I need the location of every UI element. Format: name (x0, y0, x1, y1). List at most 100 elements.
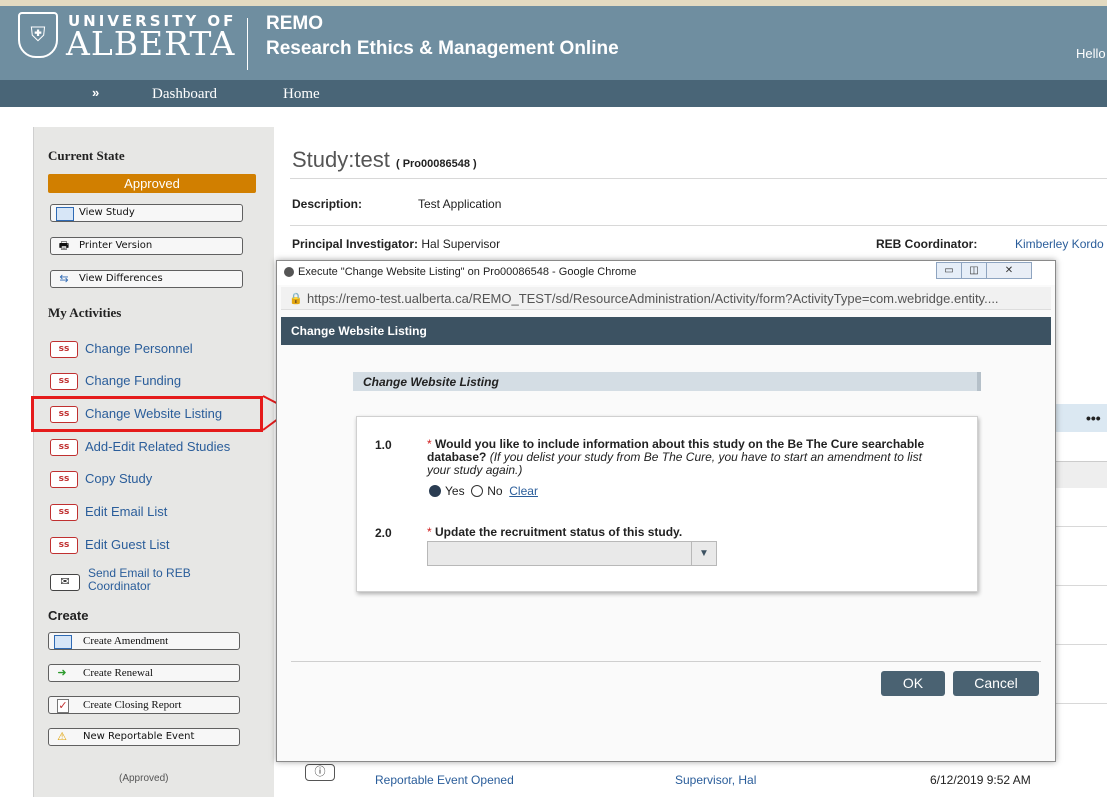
view-study-button[interactable]: View Study (50, 204, 243, 222)
activity-edit-email-list[interactable]: ss Edit Email List (50, 502, 167, 522)
chrome-icon (284, 267, 294, 277)
nav-home-link[interactable]: Home (283, 86, 320, 103)
ss-badge: ss (50, 537, 78, 555)
required-marker: * (427, 437, 432, 451)
reb-coordinator-link[interactable]: Kimberley Kordo (1015, 237, 1104, 251)
create-renewal-button[interactable]: ➜ Create Renewal (48, 664, 240, 682)
cancel-button[interactable]: Cancel (953, 671, 1039, 696)
more-options-icon[interactable]: ••• (1086, 410, 1101, 426)
university-crest-icon: ⛨ (18, 12, 58, 58)
table-row-divider (1056, 703, 1107, 704)
question-1-number: 1.0 (375, 438, 392, 452)
window-icon (56, 207, 74, 221)
study-title: Study:test ( Pro00086548 ) (292, 147, 477, 173)
chevron-down-icon: ▼ (691, 542, 716, 565)
ss-badge: ss (50, 373, 78, 391)
table-row-divider (1056, 644, 1107, 645)
no-radio[interactable] (471, 485, 484, 497)
clear-link[interactable]: Clear (509, 484, 538, 498)
activity-label: Change Personnel (85, 341, 193, 356)
activity-change-personnel[interactable]: ss Change Personnel (50, 339, 193, 359)
activity-label: Change Funding (85, 373, 182, 388)
pi-label: Principal Investigator: (292, 237, 419, 251)
activity-label: Edit Email List (85, 504, 168, 519)
dialog-divider (291, 661, 1041, 662)
activity-label: Add-Edit Related Studies (85, 439, 231, 454)
url-bar[interactable]: 🔒 https://remo-test.ualberta.ca/REMO_TES… (281, 287, 1051, 310)
activity-add-edit-related-studies[interactable]: ss Add-Edit Related Studies (50, 437, 230, 457)
new-reportable-event-button[interactable]: ⚠ New Reportable Event (48, 728, 240, 746)
form-card: 1.0 * Would you like to include informat… (356, 416, 978, 592)
current-state-title: Current State (48, 148, 125, 163)
yes-label: Yes (445, 484, 465, 498)
dialog-window-title: Execute "Change Website Listing" on Pro0… (298, 266, 637, 278)
nav-dashboard-link[interactable]: Dashboard (152, 86, 217, 103)
view-study-label: View Study (79, 207, 135, 218)
history-date: 6/12/2019 9:52 AM (930, 773, 1031, 787)
create-closing-report-label: Create Closing Report (83, 699, 182, 711)
history-author-link[interactable]: Supervisor, Hal (675, 773, 756, 787)
ss-badge: ss (50, 439, 78, 457)
create-amendment-label: Create Amendment (83, 635, 169, 647)
lock-icon: 🔒 (289, 293, 303, 305)
ss-badge: ss (50, 504, 78, 522)
question-1-options: Yes No Clear (429, 484, 538, 498)
question-2-prompt: Update the recruitment status of this st… (435, 525, 683, 539)
history-activity-link[interactable]: Reportable Event Opened (375, 773, 514, 787)
view-differences-label: View Differences (79, 273, 163, 284)
description-value: Test Application (418, 197, 502, 211)
info-icon[interactable]: ⓘ (305, 764, 335, 781)
printer-version-button[interactable]: 🖶 Printer Version (50, 237, 243, 255)
pi-value: Hal Supervisor (421, 237, 501, 251)
table-row-divider (1056, 526, 1107, 527)
question-1-text: * Would you like to include information … (427, 438, 947, 477)
create-title: Create (48, 608, 89, 623)
checklist-icon: ✓ (57, 699, 69, 713)
activity-copy-study[interactable]: ss Copy Study (50, 469, 152, 489)
logo-divider (247, 18, 248, 70)
my-activities-title: My Activities (48, 305, 122, 320)
recruitment-status-select[interactable]: ▼ (427, 541, 717, 566)
differences-icon: ⇆ (59, 272, 69, 285)
required-marker: * (427, 525, 432, 539)
activity-edit-guest-list[interactable]: ss Edit Guest List (50, 535, 170, 555)
printer-icon: 🖶 (58, 239, 70, 252)
ss-badge: ss (50, 341, 78, 359)
dialog-heading: Change Website Listing (291, 324, 427, 338)
table-row-divider (1056, 585, 1107, 586)
form-section-header: Change Website Listing (353, 372, 981, 391)
close-icon[interactable]: ✕ (986, 262, 1032, 279)
question-1-note: (If you delist your study from Be The Cu… (427, 450, 922, 477)
principal-investigator: Principal Investigator: Hal Supervisor (292, 237, 500, 251)
printer-version-label: Printer Version (79, 240, 153, 251)
warning-icon: ⚠ (57, 730, 67, 743)
yes-radio[interactable] (429, 485, 441, 497)
create-closing-report-button[interactable]: ✓ Create Closing Report (48, 696, 240, 714)
ss-badge: ss (50, 471, 78, 489)
maximize-icon[interactable]: ◫ (961, 262, 987, 279)
table-header (1056, 461, 1107, 488)
no-label: No (487, 484, 503, 498)
minimize-icon[interactable]: ▭ (936, 262, 962, 279)
dialog-heading-bar: Change Website Listing (281, 317, 1051, 345)
envelope-icon: ✉ (50, 574, 80, 591)
study-id: ( Pro00086548 ) (395, 158, 477, 170)
activity-change-funding[interactable]: ss Change Funding (50, 371, 181, 391)
question-2-text: * Update the recruitment status of this … (427, 526, 682, 539)
state-badge: Approved (48, 174, 256, 193)
create-renewal-label: Create Renewal (83, 667, 153, 679)
expand-sidebar-button[interactable]: » (92, 85, 99, 100)
send-email-to-reb-coordinator[interactable]: ✉ Send Email to REB Coordinator (50, 565, 250, 599)
arrow-right-icon: ➜ (57, 667, 67, 679)
activity-label: Edit Guest List (85, 537, 170, 552)
form-section-title: Change Website Listing (363, 375, 499, 389)
create-amendment-button[interactable]: Create Amendment (48, 632, 240, 650)
app-full-name: Research Ethics & Management Online (266, 38, 619, 59)
question-2-number: 2.0 (375, 526, 392, 540)
view-differences-button[interactable]: ⇆ View Differences (50, 270, 243, 288)
footer-state: (Approved) (119, 773, 169, 784)
ok-button[interactable]: OK (881, 671, 945, 696)
change-website-listing-dialog: Execute "Change Website Listing" on Pro0… (276, 260, 1056, 762)
description-label: Description: (292, 197, 363, 211)
new-reportable-event-label: New Reportable Event (83, 731, 195, 742)
